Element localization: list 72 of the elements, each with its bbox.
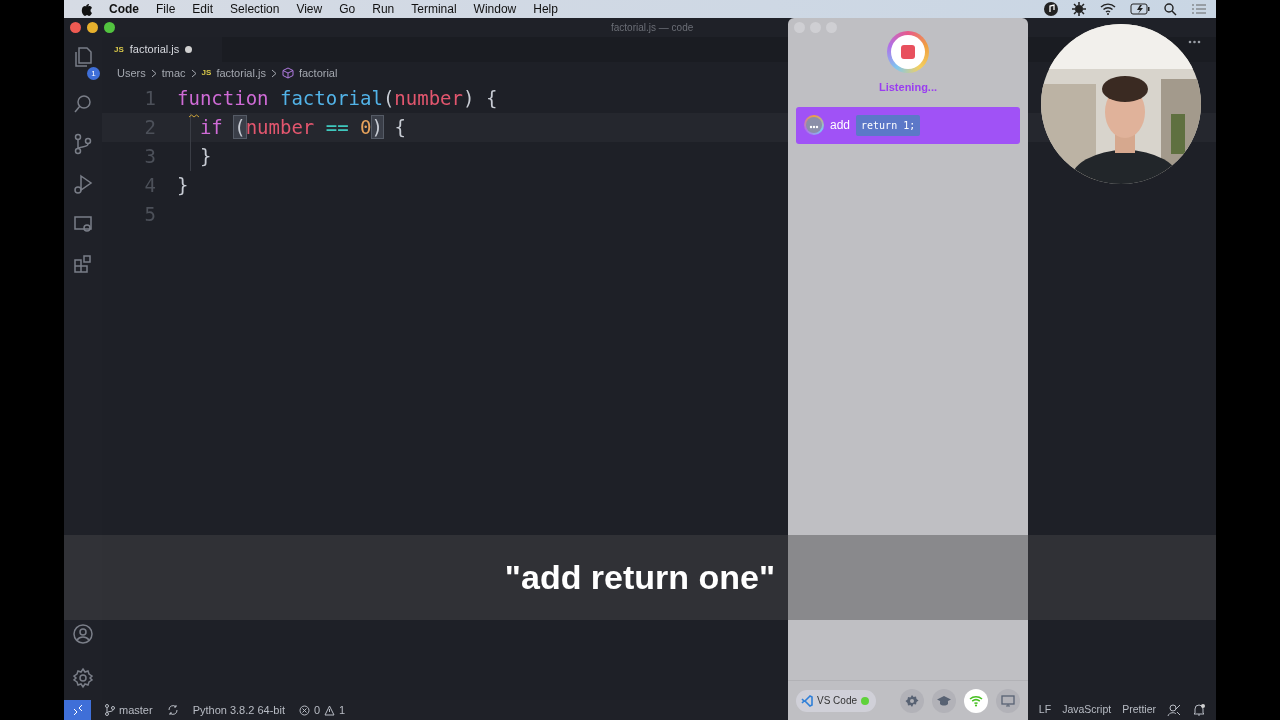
- monitor-button[interactable]: [996, 688, 1020, 713]
- app-menu[interactable]: Code: [109, 0, 139, 18]
- status-item[interactable]: JavaScript: [1062, 702, 1112, 718]
- feedback-icon[interactable]: [1167, 703, 1181, 717]
- error-icon: [298, 704, 310, 716]
- battery-icon[interactable]: [1130, 3, 1150, 15]
- account-icon[interactable]: [71, 622, 95, 646]
- menu-item[interactable]: Window: [473, 0, 517, 18]
- app-selector[interactable]: VS Code: [796, 689, 877, 712]
- code-line: if (number == 0) {: [198, 115, 406, 141]
- branch-icon: [105, 704, 115, 716]
- tab-label: factorial.js: [129, 42, 180, 58]
- graduation-cap-button[interactable]: [932, 688, 956, 713]
- code-line: function factorial(number) {: [177, 86, 498, 112]
- remote-button[interactable]: [64, 700, 91, 720]
- file-type-label: JS: [201, 67, 212, 79]
- warning-icon: [324, 704, 336, 716]
- menu-item[interactable]: File: [156, 0, 176, 18]
- monitor-icon: [1001, 693, 1015, 708]
- chevron-icon: [190, 68, 197, 78]
- zoom-button[interactable]: [104, 22, 115, 33]
- window-title: factorial.js — code: [611, 21, 694, 35]
- wifi-button[interactable]: [964, 688, 988, 713]
- typing-indicator-icon: [804, 115, 824, 135]
- settings-button[interactable]: [900, 688, 924, 713]
- vscode-logo-icon: [801, 694, 813, 707]
- breadcrumb-item[interactable]: factorial.js: [216, 64, 266, 82]
- wifi-icon[interactable]: [1100, 3, 1116, 15]
- wifi-icon: [969, 693, 983, 708]
- sync-icon[interactable]: [166, 704, 179, 716]
- code-snippet: return 1;: [856, 114, 921, 136]
- remote-icon: [72, 705, 83, 715]
- code-line: }: [177, 173, 189, 199]
- breadcrumb-item[interactable]: tmac: [161, 64, 186, 82]
- chevron-icon: [270, 68, 277, 78]
- stop-recording-button[interactable]: [887, 31, 929, 73]
- listening-status: Listening...: [878, 80, 938, 95]
- settings-icon[interactable]: [71, 666, 95, 690]
- problems-item[interactable]: 0 1: [298, 701, 346, 719]
- breadcrumb-item[interactable]: factorial: [298, 64, 338, 82]
- menu-item[interactable]: Run: [372, 0, 395, 18]
- minimize-button[interactable]: [87, 22, 98, 33]
- more-actions-icon[interactable]: [1188, 40, 1201, 44]
- menu-item[interactable]: Selection: [230, 0, 280, 18]
- status-item[interactable]: Prettier: [1122, 702, 1156, 718]
- branch-item[interactable]: master: [105, 701, 153, 719]
- close-button[interactable]: [70, 22, 81, 33]
- status-item[interactable]: LF: [1038, 702, 1052, 718]
- chevron-icon: [150, 68, 157, 78]
- command-verb: add: [830, 117, 851, 134]
- menu-item[interactable]: Help: [533, 0, 558, 18]
- cube-icon: [281, 67, 294, 79]
- menu-item[interactable]: View: [296, 0, 323, 18]
- caption: "add return one": [504, 557, 776, 598]
- bell-icon[interactable]: [1192, 703, 1206, 717]
- run-debug-icon[interactable]: [71, 172, 95, 196]
- graduation-cap-icon: [937, 693, 951, 708]
- music-note-icon[interactable]: [1044, 2, 1058, 16]
- search-icon[interactable]: [1164, 2, 1177, 16]
- editor-tab[interactable]: JS factorial.js: [102, 37, 222, 62]
- apple-icon[interactable]: [80, 2, 92, 16]
- settings-icon: [905, 693, 919, 708]
- app-label: VS Code: [817, 694, 858, 708]
- menu-item[interactable]: Go: [339, 0, 356, 18]
- code-line: }: [198, 144, 212, 170]
- breadcrumb-item[interactable]: Users: [117, 64, 146, 82]
- menu-item[interactable]: Terminal: [411, 0, 457, 18]
- sun-icon[interactable]: [1072, 2, 1086, 16]
- notification-badge: 1: [87, 67, 100, 80]
- file-type-label: JS: [114, 43, 124, 56]
- menu-item[interactable]: Edit: [192, 0, 214, 18]
- python-interpreter[interactable]: Python 3.8.2 64-bit: [192, 701, 285, 719]
